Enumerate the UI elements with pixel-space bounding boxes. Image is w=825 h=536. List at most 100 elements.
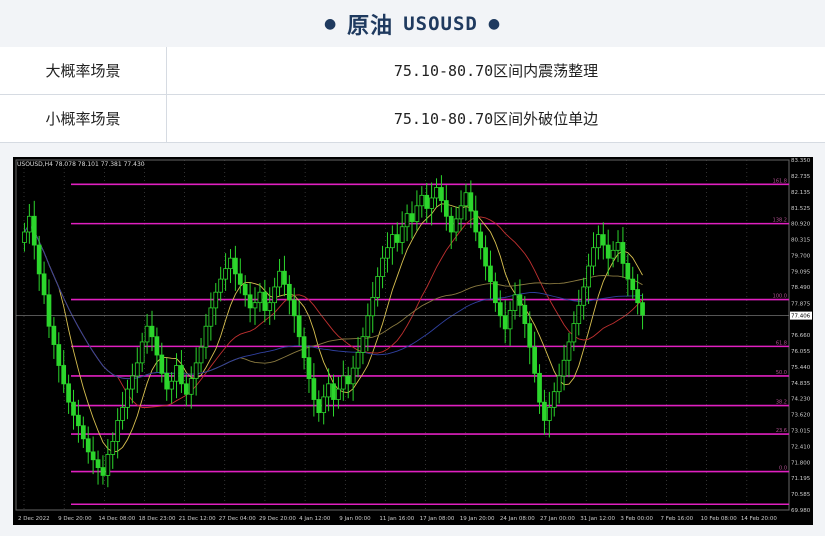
candle-body <box>130 375 135 390</box>
price-tick-label: 77.875 <box>791 301 811 307</box>
candle-body <box>390 234 395 249</box>
price-tick-label: 70.585 <box>791 492 811 498</box>
candle-body <box>458 205 464 220</box>
candle-body <box>345 375 351 385</box>
candle-body <box>404 213 410 228</box>
candle-body <box>630 278 636 290</box>
candle-body <box>247 294 253 309</box>
time-tick-label: 4 Jan 12:00 <box>299 516 331 522</box>
time-tick-label: 27 Dec 04:00 <box>219 516 256 522</box>
candle-body <box>134 362 140 377</box>
candle-body <box>493 281 498 304</box>
candle-body <box>262 291 268 311</box>
candle-body <box>532 346 537 374</box>
price-tick-label: 73.620 <box>791 413 811 419</box>
candle-body <box>615 242 621 251</box>
price-tick-label: 78.490 <box>791 285 811 291</box>
candle-body <box>605 244 611 259</box>
candle-body <box>61 365 67 385</box>
fib-label: 138.2 <box>773 218 787 224</box>
candle-body <box>139 341 145 364</box>
candle-body <box>228 257 233 270</box>
price-tick-label: 79.700 <box>791 254 811 260</box>
candle-body <box>596 234 601 249</box>
candle-body <box>179 365 184 385</box>
fib-label: 161.8 <box>773 178 787 184</box>
candle-body <box>51 325 57 345</box>
fib-label: 50.0 <box>776 370 787 376</box>
candle-body <box>80 425 86 440</box>
candle-body <box>252 302 258 309</box>
candle-body <box>125 388 130 408</box>
title-symbol: USOUSD <box>403 12 478 35</box>
candle-body <box>242 283 248 296</box>
time-tick-label: 14 Feb 20:00 <box>741 516 778 522</box>
price-tick-label: 82.135 <box>791 190 811 196</box>
candle-body <box>468 192 474 212</box>
time-axis: 2 Dec 2022 9 Dec 20:00 14 Dec 08:00 18 Dec … <box>18 516 777 522</box>
candle-body <box>296 315 302 338</box>
price-tick-label: 79.095 <box>791 269 811 275</box>
candle-body <box>483 247 488 267</box>
price-tick-label: 82.735 <box>791 174 811 180</box>
price-tick-label: 73.015 <box>791 429 811 435</box>
title-bullet-right: ● <box>487 15 502 32</box>
candle-body <box>36 244 42 275</box>
price-tick-label: 71.800 <box>791 460 811 466</box>
candle-body <box>370 297 376 317</box>
time-tick-label: 7 Feb 16:00 <box>661 516 694 522</box>
candle-body <box>233 257 238 275</box>
price-tick-label: 71.195 <box>791 476 811 482</box>
candle-body <box>453 218 459 233</box>
candle-body <box>237 273 243 285</box>
candle-body <box>257 291 263 304</box>
candle-body <box>218 278 224 293</box>
time-tick-label: 19 Jan 20:00 <box>460 516 495 522</box>
candle-body <box>66 383 71 403</box>
price-tick-label: 69.980 <box>791 508 811 514</box>
candle-body <box>522 304 528 325</box>
candle-body <box>478 231 484 249</box>
candle-body <box>497 302 503 317</box>
candle-body <box>95 459 101 468</box>
candle-body <box>203 325 209 348</box>
candle-body <box>542 401 547 421</box>
candle-body <box>355 352 361 369</box>
candle-body <box>208 307 214 327</box>
candle-body <box>331 383 336 400</box>
symbol-info: USOUSD,H4 78.078 78.101 77.381 77.430 <box>17 161 145 168</box>
price-tick-label: 75.440 <box>791 365 811 371</box>
candle-body <box>399 226 405 243</box>
time-tick-label: 9 Dec 20:00 <box>58 516 92 522</box>
candle-body <box>286 283 292 301</box>
candle-body <box>193 362 199 379</box>
candle-body <box>282 270 287 285</box>
candle-body <box>527 323 533 348</box>
candle-body <box>581 286 587 306</box>
time-tick-label: 31 Jan 12:00 <box>580 516 615 522</box>
price-tick-label: 76.055 <box>791 349 811 355</box>
candle-body <box>566 341 572 361</box>
candle-body <box>164 372 170 390</box>
price-tick-label: 80.315 <box>791 237 811 243</box>
candle-body <box>635 289 640 304</box>
candle-body <box>198 346 204 364</box>
candle-body <box>429 197 434 209</box>
candle-body <box>31 215 37 246</box>
candle-body <box>537 372 542 403</box>
candle-body <box>311 378 317 400</box>
candle-body <box>620 242 626 264</box>
candle-body <box>600 234 606 246</box>
price-chart[interactable]: 161.8 138.2 100.0 61.8 50.0 38.2 23.6 0.0 83.35… <box>13 157 813 525</box>
candle-body <box>223 268 228 280</box>
candle-body <box>336 388 341 400</box>
price-tick-label: 83.350 <box>791 158 811 164</box>
candle-body <box>439 187 444 201</box>
candle-body <box>434 187 439 199</box>
candle-body <box>517 294 523 306</box>
price-tick-label: 72.410 <box>791 444 811 450</box>
time-tick-label: 24 Jan 08:00 <box>500 516 535 522</box>
candle-body <box>272 286 277 304</box>
candle-body <box>22 231 27 243</box>
candle-body <box>507 310 513 330</box>
